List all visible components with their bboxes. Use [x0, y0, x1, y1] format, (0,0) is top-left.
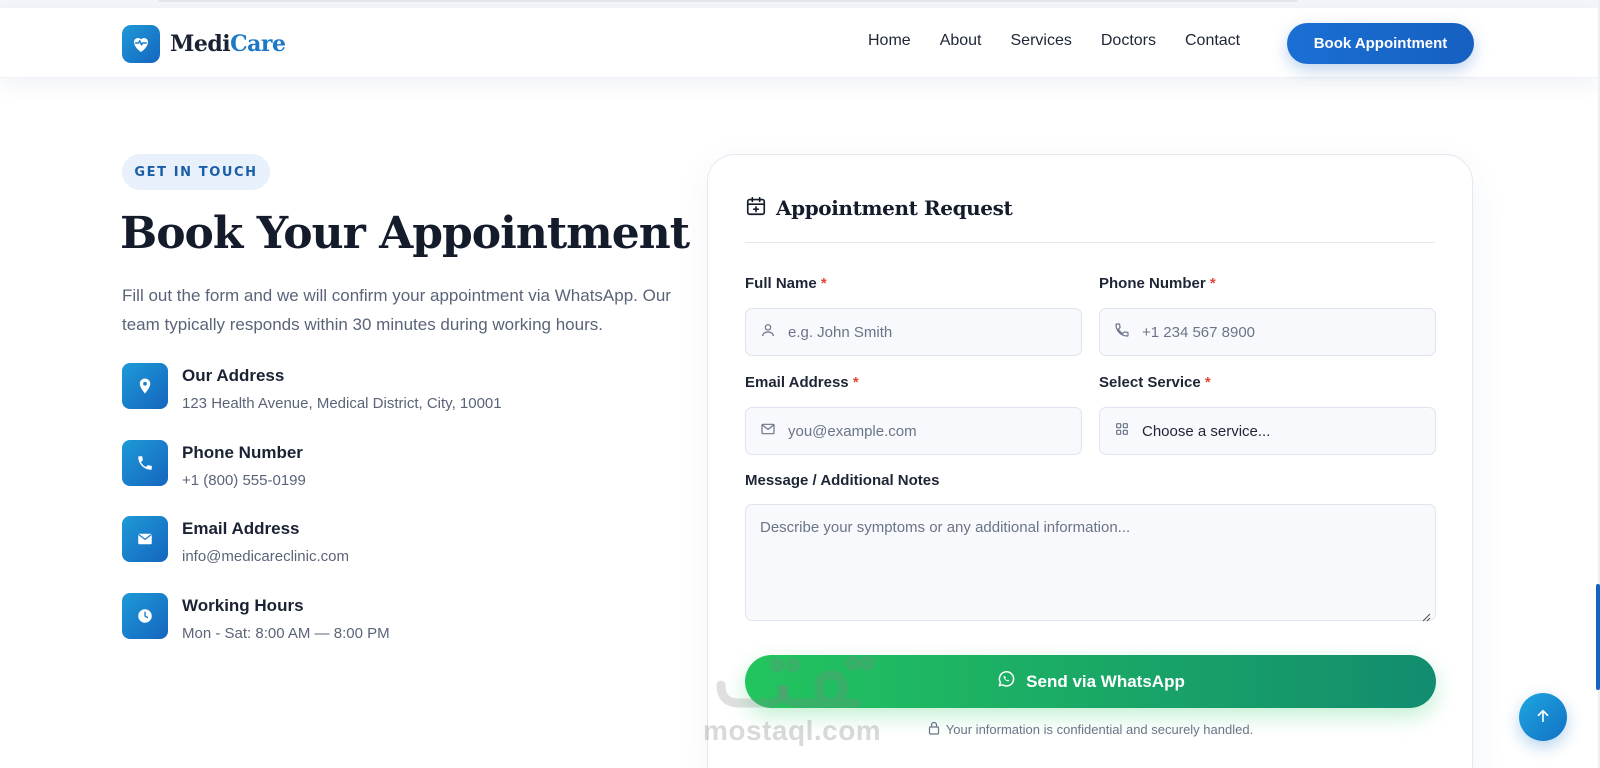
- brand-name: MediCare: [170, 31, 286, 57]
- contact-info-text: info@medicareclinic.com: [182, 548, 349, 565]
- contact-info-phone: Phone Number +1 (800) 555-0199: [122, 440, 306, 489]
- watermark-text: mostaql.com: [703, 715, 882, 746]
- phone-icon: [1114, 322, 1130, 342]
- email-label-text: Email Address: [745, 374, 849, 391]
- user-icon: [760, 322, 776, 342]
- logo[interactable]: MediCare: [122, 25, 286, 63]
- whatsapp-icon: [996, 669, 1016, 694]
- send-whatsapp-label: Send via WhatsApp: [1026, 671, 1185, 691]
- contact-info-hours: Working Hours Mon - Sat: 8:00 AM — 8:00 …: [122, 593, 390, 642]
- nav-doctors[interactable]: Doctors: [1101, 32, 1156, 50]
- secure-note-text: Your information is confidential and sec…: [945, 722, 1254, 737]
- nav-contact[interactable]: Contact: [1185, 32, 1240, 50]
- resize-handle-icon[interactable]: [1421, 607, 1431, 622]
- contact-info-text: +1 (800) 555-0199: [182, 472, 306, 489]
- contact-info-text: Mon - Sat: 8:00 AM — 8:00 PM: [182, 625, 390, 642]
- brand-name-part1: Medi: [170, 31, 231, 57]
- contact-info-title: Phone Number: [182, 443, 303, 462]
- hero-description: Fill out the form and we will confirm yo…: [122, 286, 671, 334]
- service-label: Select Service *: [1099, 374, 1211, 391]
- contact-info-email: Email Address info@medicareclinic.com: [122, 516, 349, 565]
- full-name-input[interactable]: [788, 323, 1048, 341]
- service-select-value: Choose a service...: [1142, 422, 1271, 440]
- contact-info-title: Email Address: [182, 519, 300, 538]
- grid-icon: [1114, 421, 1130, 441]
- scroll-to-top-button[interactable]: [1519, 693, 1567, 741]
- main-nav: Home About Services Doctors Contact: [868, 32, 1240, 50]
- message-label: Message / Additional Notes: [745, 472, 940, 489]
- book-appointment-button[interactable]: Book Appointment: [1287, 23, 1474, 64]
- top-strip: [0, 0, 1600, 8]
- clock-icon: [122, 593, 168, 639]
- required-mark: *: [852, 374, 859, 391]
- calendar-plus-icon: [745, 195, 767, 221]
- arrow-up-icon: [1534, 707, 1552, 728]
- email-field: [745, 407, 1082, 455]
- phone-label-text: Phone Number: [1099, 275, 1206, 292]
- nav-about[interactable]: About: [940, 32, 982, 50]
- full-name-field: [745, 308, 1082, 356]
- page-title: Book Your Appointment: [120, 208, 690, 259]
- email-label: Email Address *: [745, 374, 859, 391]
- form-header: Appointment Request: [745, 195, 1013, 221]
- form-divider: [745, 242, 1435, 243]
- mail-icon: [122, 516, 168, 562]
- section-badge: GET IN TOUCH: [122, 154, 270, 190]
- required-mark: *: [820, 275, 827, 292]
- phone-field: [1099, 308, 1436, 356]
- contact-info-title: Our Address: [182, 366, 285, 385]
- required-mark: *: [1204, 374, 1211, 391]
- nav-services[interactable]: Services: [1011, 32, 1072, 50]
- service-label-text: Select Service: [1099, 374, 1201, 391]
- full-name-label-text: Full Name: [745, 275, 817, 292]
- required-mark: *: [1209, 275, 1216, 292]
- service-select[interactable]: Choose a service...: [1099, 407, 1436, 455]
- nav-home[interactable]: Home: [868, 32, 911, 50]
- site-header: MediCare Home About Services Doctors Con…: [0, 8, 1598, 78]
- contact-info-address: Our Address 123 Health Avenue, Medical D…: [122, 363, 502, 412]
- phone-icon: [122, 440, 168, 486]
- scrollbar-thumb[interactable]: [1596, 584, 1600, 690]
- location-pin-icon: [122, 363, 168, 409]
- brand-name-part2: Care: [230, 31, 286, 57]
- contact-info-title: Working Hours: [182, 596, 304, 615]
- phone-label: Phone Number *: [1099, 275, 1216, 292]
- lock-icon: [928, 721, 940, 738]
- message-textarea[interactable]: [745, 504, 1436, 621]
- contact-info-text: 123 Health Avenue, Medical District, Cit…: [182, 395, 502, 412]
- email-input[interactable]: [788, 422, 1048, 440]
- page: MediCare Home About Services Doctors Con…: [0, 0, 1600, 768]
- mail-icon: [760, 421, 776, 441]
- form-title: Appointment Request: [776, 196, 1013, 220]
- heart-pulse-icon: [122, 25, 160, 63]
- phone-input[interactable]: [1142, 323, 1402, 341]
- full-name-label: Full Name *: [745, 275, 827, 292]
